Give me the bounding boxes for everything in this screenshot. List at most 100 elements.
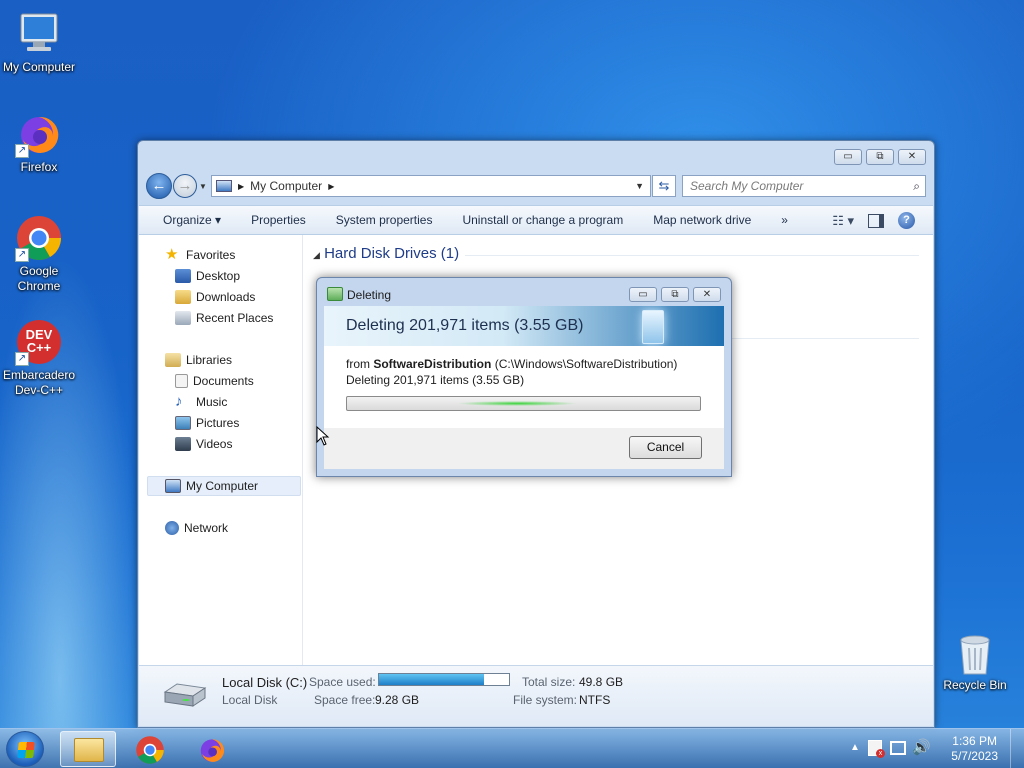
- dialog-source-line: from SoftwareDistribution (C:\Windows\So…: [346, 357, 678, 371]
- back-button[interactable]: ←: [146, 173, 172, 199]
- nav-network[interactable]: Network: [165, 521, 228, 535]
- dialog-body: from SoftwareDistribution (C:\Windows\So…: [324, 346, 724, 428]
- help-icon[interactable]: ?: [898, 212, 915, 229]
- clock-time: 1:36 PM: [952, 734, 997, 748]
- drive-name: Local Disk (C:): [222, 675, 308, 690]
- uninstall-program-button[interactable]: Uninstall or change a program: [462, 213, 623, 227]
- desktop-icon-label: Google Chrome: [17, 264, 61, 293]
- nav-videos[interactable]: Videos: [175, 437, 232, 451]
- nav-downloads[interactable]: Downloads: [175, 290, 255, 304]
- libraries-icon: [165, 353, 181, 367]
- show-desktop-button[interactable]: [1010, 729, 1024, 768]
- delete-progress-bar: [346, 396, 701, 411]
- space-free-label: Space free:: [314, 693, 376, 707]
- shortcut-arrow-icon: ↗: [15, 352, 29, 366]
- hard-drive-icon: [163, 682, 207, 708]
- refresh-button[interactable]: ⇆: [652, 175, 676, 197]
- search-input[interactable]: Search My Computer ⌕: [682, 175, 926, 197]
- details-pane: Local Disk (C:) Local Disk Space used: S…: [139, 665, 933, 726]
- computer-icon: [15, 10, 63, 58]
- address-dropdown-icon[interactable]: ▼: [635, 181, 644, 191]
- chrome-icon: [135, 735, 165, 768]
- close-button[interactable]: ✕: [898, 149, 926, 165]
- desktop-icon-google-chrome[interactable]: ↗ Google Chrome: [0, 214, 79, 294]
- address-bar-row: ← → ▼ ▶ My Computer ▶ ▼ ⇆ Search My Comp…: [146, 173, 926, 199]
- search-icon[interactable]: ⌕: [913, 179, 920, 194]
- nav-pictures[interactable]: Pictures: [175, 416, 239, 430]
- deleting-dialog[interactable]: Deleting ▭ ⧉ ✕ Deleting 201,971 items (3…: [316, 277, 732, 477]
- nav-documents[interactable]: Documents: [175, 374, 254, 388]
- source-folder-path: (C:\Windows\SoftwareDistribution): [491, 357, 678, 371]
- progress-glow: [457, 401, 577, 406]
- command-bar-icons: ☷ ▾ ?: [832, 212, 915, 229]
- file-system-value: NTFS: [579, 693, 611, 707]
- cancel-button[interactable]: Cancel: [629, 436, 702, 459]
- shortcut-arrow-icon: ↗: [15, 248, 29, 262]
- nav-my-computer[interactable]: My Computer: [165, 479, 258, 493]
- dialog-window-controls: ▭ ⧉ ✕: [629, 287, 721, 302]
- dialog-restore-button[interactable]: ⧉: [661, 287, 689, 302]
- desktop-icon-recycle-bin[interactable]: Recycle Bin: [935, 632, 1015, 693]
- group-divider: [465, 255, 919, 256]
- taskbar-firefox-button[interactable]: [184, 731, 240, 767]
- show-hidden-icons-icon[interactable]: ▲: [850, 742, 860, 753]
- file-system-label: File system:: [513, 693, 578, 707]
- mouse-cursor-icon: [316, 426, 330, 446]
- firefox-icon: [197, 735, 227, 768]
- nav-music[interactable]: ♪ Music: [175, 393, 227, 410]
- computer-icon: [165, 479, 181, 493]
- nav-desktop[interactable]: Desktop: [175, 269, 240, 283]
- desktop-icon-firefox[interactable]: ↗ Firefox: [0, 110, 79, 175]
- system-properties-button[interactable]: System properties: [336, 213, 433, 227]
- computer-icon: [216, 180, 232, 192]
- chrome-icon: ↗: [15, 214, 63, 262]
- dialog-close-button[interactable]: ✕: [693, 287, 721, 302]
- group-divider: [729, 338, 919, 339]
- start-button[interactable]: [6, 731, 44, 767]
- dialog-title: Deleting: [347, 288, 392, 302]
- minimize-button[interactable]: ▭: [834, 149, 862, 165]
- dev-cpp-badge: DEV C++: [25, 327, 53, 355]
- dialog-minimize-button[interactable]: ▭: [629, 287, 657, 302]
- total-size-value: 49.8 GB: [579, 675, 624, 689]
- desktop-icon-my-computer[interactable]: My Computer: [0, 10, 79, 75]
- dialog-header-text: Deleting 201,971 items (3.55 GB): [346, 317, 584, 334]
- nav-recent-places[interactable]: Recent Places: [175, 311, 273, 325]
- breadcrumb-separator-icon[interactable]: ▶: [328, 182, 334, 191]
- recycle-bin-icon: [642, 310, 664, 344]
- downloads-folder-icon: [175, 290, 191, 304]
- space-used-label: Space used:: [309, 675, 376, 689]
- dev-cpp-icon: DEV C++ ↗: [15, 318, 63, 366]
- space-free-value: 9.28 GB: [375, 693, 420, 707]
- recycle-bin-icon: [955, 632, 995, 676]
- taskbar-clock[interactable]: 1:36 PM 5/7/2023: [951, 734, 998, 764]
- forward-button[interactable]: →: [173, 174, 197, 198]
- organize-menu[interactable]: Organize ▾: [163, 213, 221, 227]
- nav-favorites[interactable]: ★ Favorites: [165, 247, 235, 262]
- desktop-icon: [175, 269, 191, 283]
- group-header-hard-disk-drives[interactable]: ◢ Hard Disk Drives (1): [313, 245, 459, 262]
- taskbar-explorer-button[interactable]: [60, 731, 116, 767]
- search-placeholder: Search My Computer: [690, 179, 804, 193]
- dialog-footer: Cancel: [324, 428, 724, 469]
- more-commands-button[interactable]: »: [781, 213, 788, 227]
- network-tray-icon[interactable]: [890, 741, 906, 755]
- navigation-pane: ★ Favorites Desktop Downloads Recent Pla…: [139, 235, 303, 665]
- nav-libraries[interactable]: Libraries: [165, 353, 232, 367]
- recent-pages-dropdown[interactable]: ▼: [197, 182, 209, 191]
- address-field[interactable]: ▶ My Computer ▶ ▼: [211, 175, 651, 197]
- clock-date: 5/7/2023: [951, 749, 998, 763]
- preview-pane-icon[interactable]: [868, 213, 884, 228]
- action-center-icon[interactable]: x: [868, 740, 885, 758]
- source-folder-name: SoftwareDistribution: [373, 357, 492, 371]
- music-icon: ♪: [175, 393, 183, 410]
- desktop-icon-dev-cpp[interactable]: DEV C++ ↗ Embarcadero Dev-C++: [0, 318, 79, 398]
- map-network-drive-button[interactable]: Map network drive: [653, 213, 751, 227]
- folder-icon: [74, 738, 104, 762]
- change-view-icon[interactable]: ☷ ▾: [832, 213, 854, 229]
- properties-button[interactable]: Properties: [251, 213, 306, 227]
- volume-icon[interactable]: 🔊: [912, 738, 931, 756]
- taskbar-chrome-button[interactable]: [122, 731, 178, 767]
- restore-button[interactable]: ⧉: [866, 149, 894, 165]
- breadcrumb-my-computer[interactable]: My Computer: [250, 179, 322, 193]
